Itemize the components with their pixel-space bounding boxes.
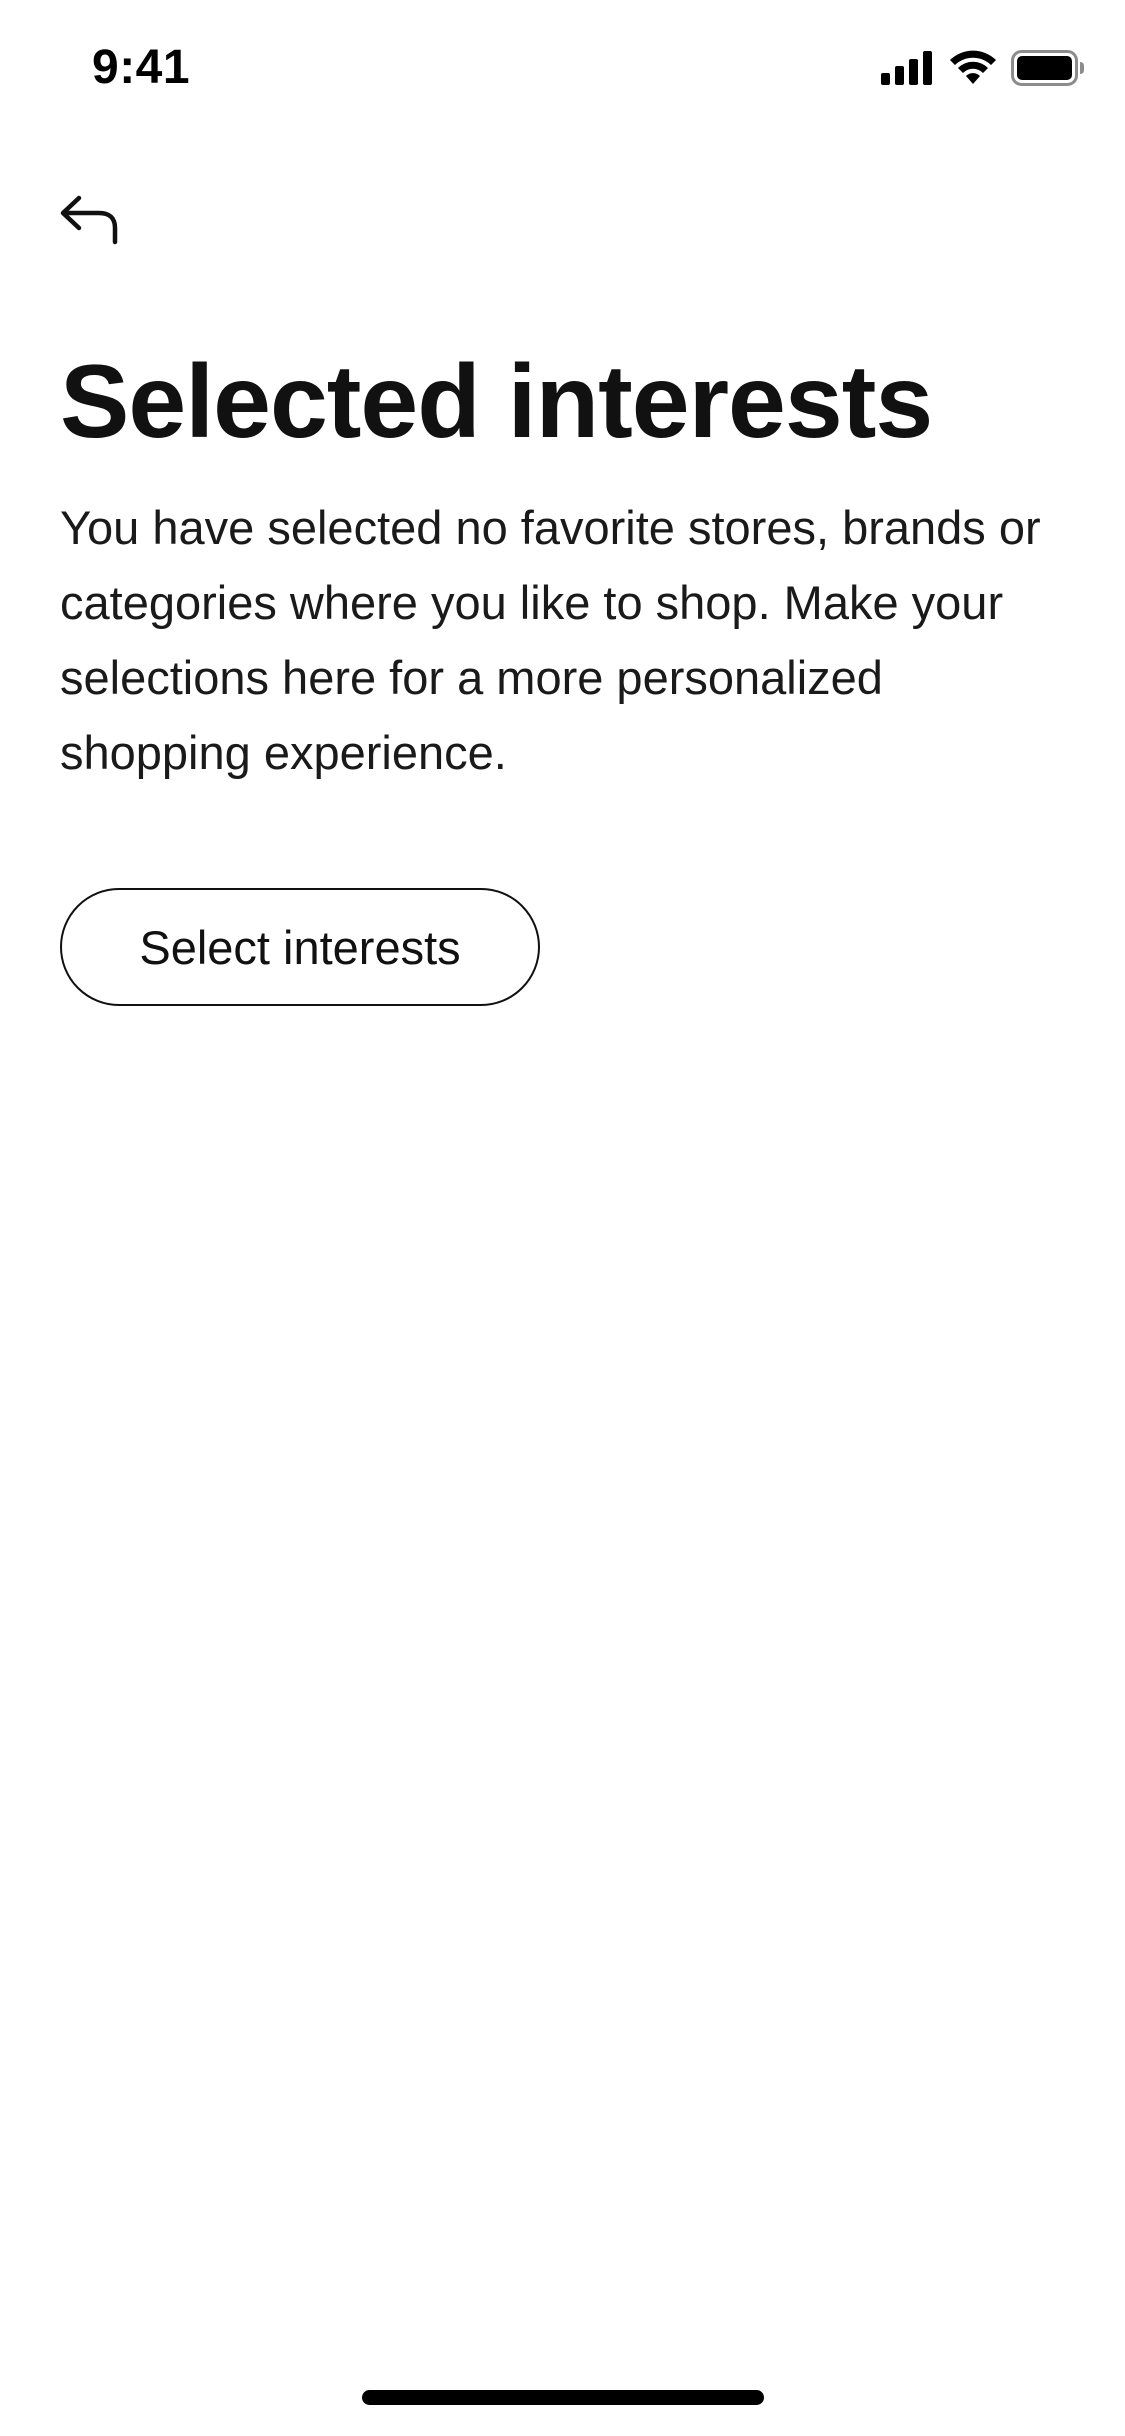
status-time: 9:41 (92, 41, 191, 94)
battery-icon (1011, 49, 1085, 91)
page-description: You have selected no favorite stores, br… (60, 501, 1041, 779)
status-icons (881, 49, 1085, 91)
select-interests-button[interactable]: Select interests (60, 888, 540, 1006)
back-arrow-icon (59, 194, 121, 251)
page-title: Selected interests (60, 344, 933, 460)
back-button[interactable] (54, 190, 126, 254)
wifi-icon (949, 50, 997, 91)
home-indicator[interactable] (362, 2390, 764, 2405)
cellular-signal-icon (881, 50, 935, 90)
status-bar: 9:41 (0, 0, 1125, 132)
